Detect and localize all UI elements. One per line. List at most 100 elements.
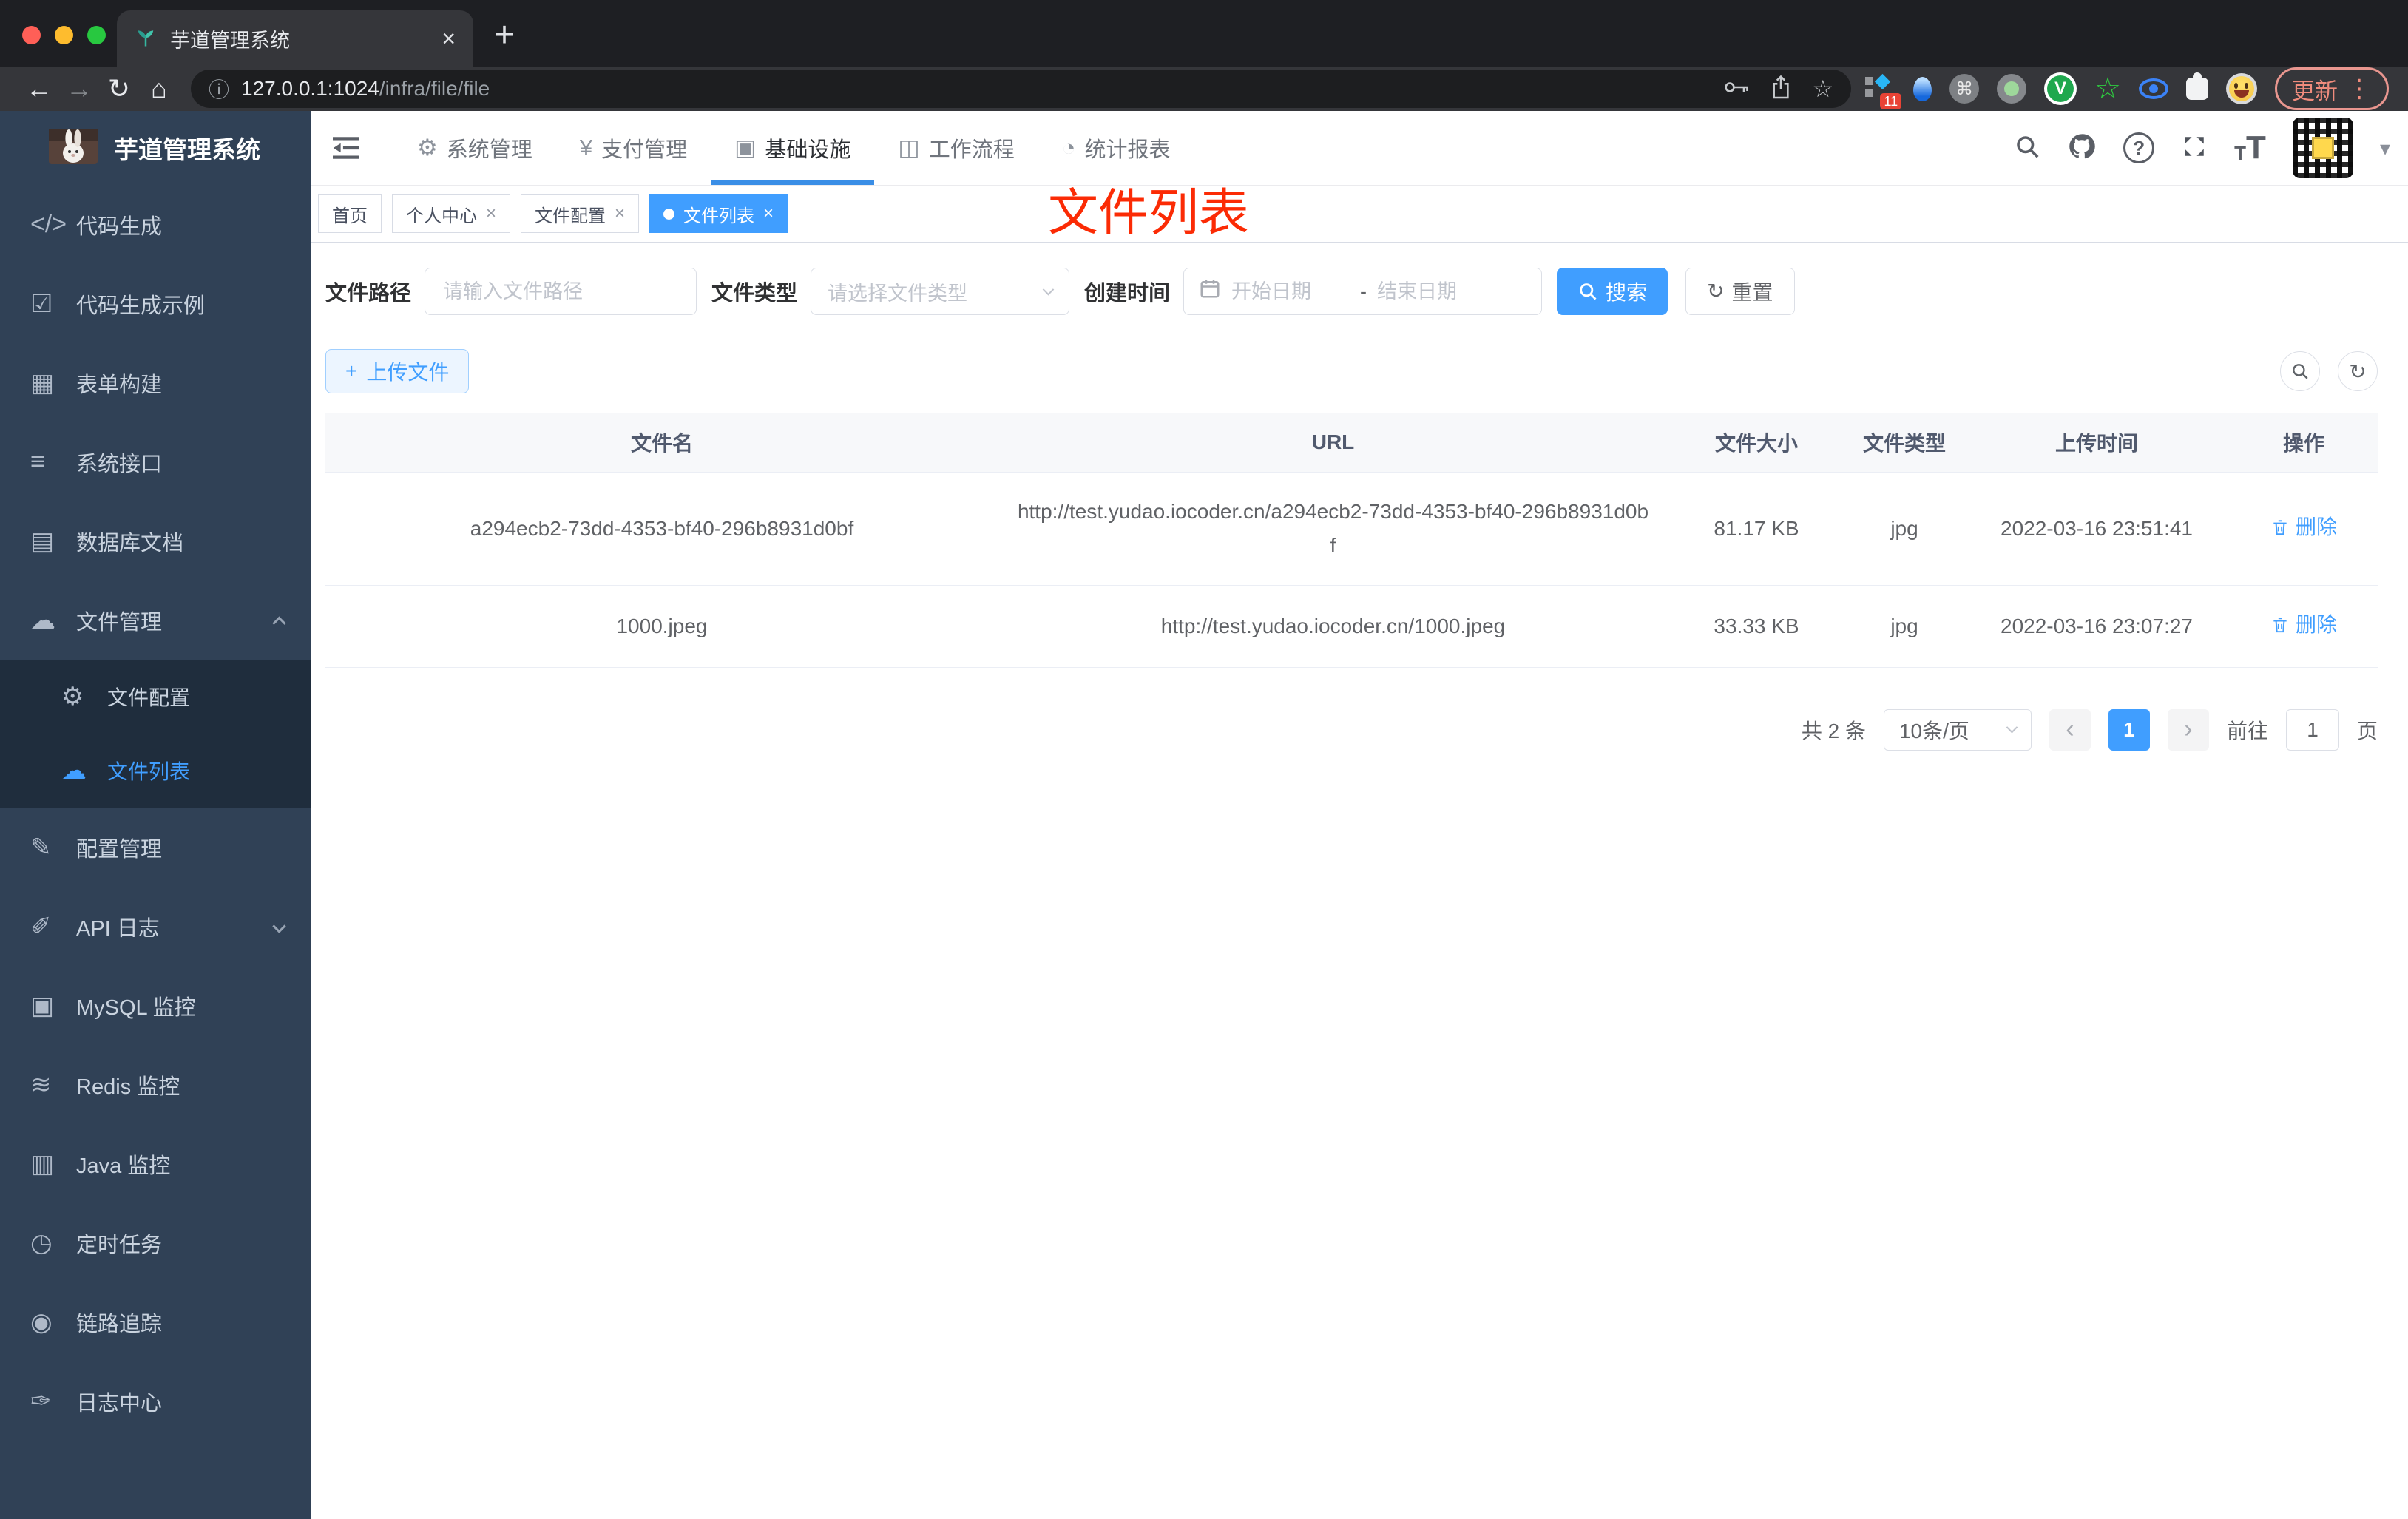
search-button[interactable]: 搜索 (1557, 268, 1668, 315)
tag-file-list-active[interactable]: 文件列表 × (649, 194, 788, 233)
gear-icon: ⚙ (61, 683, 84, 711)
close-icon[interactable]: × (763, 205, 774, 223)
gear-icon: ⚙ (417, 135, 438, 160)
minimize-window-button[interactable] (55, 26, 73, 44)
sidebar-item-system-api[interactable]: ≡ 系统接口 (0, 422, 311, 501)
window-controls (22, 26, 106, 44)
active-dot (663, 208, 675, 220)
bookmark-star-icon[interactable]: ☆ (1812, 75, 1833, 103)
site-info-icon[interactable]: ⓘ (209, 74, 229, 104)
extension-badge-icon[interactable]: 11 (1863, 72, 1902, 109)
refresh-table-button[interactable]: ↻ (2338, 351, 2378, 391)
nav-workflow[interactable]: ◫ 工作流程 (874, 111, 1038, 185)
nav-system-management[interactable]: ⚙ 系统管理 (393, 111, 556, 185)
home-icon[interactable]: ⌂ (139, 75, 179, 102)
cell-upload-time: 2022-03-16 23:07:27 (1964, 585, 2230, 668)
file-path-input[interactable] (425, 268, 697, 315)
cloud-upload-icon: ☁ (61, 757, 87, 785)
new-tab-button[interactable]: + (494, 15, 515, 55)
start-date-input[interactable] (1231, 280, 1350, 303)
cell-file-size: 81.17 KB (1668, 472, 1845, 586)
maximize-window-button[interactable] (87, 26, 106, 44)
reset-button[interactable]: ↻ 重置 (1685, 268, 1795, 315)
avatar-caret-down-icon[interactable]: ▾ (2380, 136, 2390, 160)
github-icon[interactable] (2067, 132, 2097, 165)
sidebar-logo[interactable]: 芋道管理系统 (0, 111, 311, 185)
upload-file-button[interactable]: + 上传文件 (325, 349, 470, 393)
command-extension-icon[interactable]: ⌘ (1949, 74, 1980, 104)
sidebar-item-file-management[interactable]: ☁ 文件管理 (0, 581, 311, 660)
pagination: 共 2 条 10条/页 ‹ 1 › 前往 页 (325, 708, 2378, 751)
tag-file-config[interactable]: 文件配置 × (521, 194, 640, 233)
sidebar-item-api-log[interactable]: ✐ API 日志 (0, 887, 311, 966)
delete-button[interactable]: 删除 (2270, 608, 2337, 642)
show-search-button[interactable] (2280, 351, 2320, 391)
sidebar-item-file-list[interactable]: ☁ 文件列表 (0, 734, 311, 808)
sidebar-collapse-icon[interactable] (321, 111, 371, 185)
plus-icon: + (345, 359, 358, 382)
sidebar-item-mysql-monitor[interactable]: ▣ MySQL 监控 (0, 966, 311, 1045)
address-bar[interactable]: ⓘ 127.0.0.1:1024 /infra/file/file ☆ (191, 70, 1852, 108)
end-date-input[interactable] (1377, 280, 1496, 303)
sidebar-item-scheduled-tasks[interactable]: ◷ 定时任务 (0, 1203, 311, 1282)
close-icon[interactable]: × (486, 205, 496, 223)
sidebar-item-db-doc[interactable]: ▤ 数据库文档 (0, 501, 311, 581)
main-area: ⚙ 系统管理 ¥ 支付管理 ▣ 基础设施 ◫ 工作流程 ◔ 统计报表 ? T T… (311, 111, 2408, 1519)
current-page-button[interactable]: 1 (2108, 708, 2150, 751)
page-unit-label: 页 (2356, 719, 2378, 742)
tab-close-icon[interactable]: × (442, 27, 456, 50)
file-type-select[interactable]: 请选择文件类型 (811, 268, 1070, 315)
profile-avatar[interactable] (2226, 73, 2257, 104)
close-window-button[interactable] (22, 26, 41, 44)
forward-icon[interactable]: → (59, 75, 99, 102)
sidebar-item-tracing[interactable]: ◉ 链路追踪 (0, 1282, 311, 1361)
file-management-submenu: ⚙ 文件配置 ☁ 文件列表 (0, 660, 311, 808)
user-avatar[interactable] (2292, 118, 2353, 178)
browser-tab[interactable]: 芋道管理系统 × (117, 10, 473, 67)
sidebar-item-form-builder[interactable]: ▦ 表单构建 (0, 343, 311, 422)
page-size-select[interactable]: 10条/页 (1883, 708, 2032, 751)
note-edit-icon: ✐ (30, 912, 52, 941)
password-key-icon[interactable] (1723, 79, 1750, 99)
nav-statistics[interactable]: ◔ 统计报表 (1038, 111, 1194, 185)
sidebar-item-java-monitor[interactable]: ▥ Java 监控 (0, 1124, 311, 1203)
share-icon[interactable] (1771, 75, 1791, 104)
sidebar-item-config-management[interactable]: ✎ 配置管理 (0, 808, 311, 887)
sidebar-item-file-config[interactable]: ⚙ 文件配置 (0, 660, 311, 734)
help-icon[interactable]: ? (2123, 132, 2155, 163)
fullscreen-icon[interactable] (2181, 133, 2208, 163)
extensions-row: 11 ⌘ V ☆ 更新 ⋮ (1863, 67, 2389, 110)
sidebar-item-redis-monitor[interactable]: ≋ Redis 监控 (0, 1045, 311, 1124)
date-range-picker[interactable]: - (1183, 268, 1543, 315)
briefcase-icon: ◫ (898, 135, 920, 160)
layers-icon: ≋ (30, 1070, 52, 1099)
total-count: 共 2 条 (1801, 719, 1866, 742)
sidebar-item-code-gen-demo[interactable]: ☑ 代码生成示例 (0, 264, 311, 343)
browser-menu-icon[interactable]: ⋮ (2347, 74, 2372, 104)
shield-check-icon: ☑ (30, 289, 53, 318)
sidebar-item-code-gen[interactable]: </> 代码生成 (0, 185, 311, 264)
close-icon[interactable]: × (615, 205, 625, 223)
reload-icon[interactable]: ↻ (99, 75, 139, 102)
edit-icon: ✎ (30, 833, 52, 862)
goto-page-input[interactable] (2285, 708, 2339, 751)
nav-payment-management[interactable]: ¥ 支付管理 (556, 111, 711, 185)
dot-extension-icon[interactable] (1997, 74, 2027, 104)
balloon-extension-icon[interactable] (1913, 76, 1932, 101)
browser-update-button[interactable]: 更新 ⋮ (2275, 67, 2389, 110)
delete-button[interactable]: 删除 (2270, 510, 2337, 544)
star-extension-icon[interactable]: ☆ (2094, 74, 2121, 104)
prev-page-button[interactable]: ‹ (2049, 708, 2091, 751)
next-page-button[interactable]: › (2167, 708, 2209, 751)
search-icon[interactable] (2014, 133, 2040, 163)
eye-extension-icon[interactable] (2139, 78, 2168, 99)
back-icon[interactable]: ← (19, 75, 59, 102)
v-extension-icon[interactable]: V (2044, 72, 2077, 105)
extensions-puzzle-icon[interactable] (2186, 72, 2208, 100)
font-size-icon[interactable]: TT (2234, 132, 2266, 164)
tag-home[interactable]: 首页 (318, 194, 382, 233)
tag-profile[interactable]: 个人中心 × (392, 194, 511, 233)
app-header: ⚙ 系统管理 ¥ 支付管理 ▣ 基础设施 ◫ 工作流程 ◔ 统计报表 ? T T… (311, 111, 2408, 185)
sidebar-item-log-center[interactable]: ✑ 日志中心 (0, 1361, 311, 1441)
nav-infrastructure[interactable]: ▣ 基础设施 (711, 111, 875, 185)
